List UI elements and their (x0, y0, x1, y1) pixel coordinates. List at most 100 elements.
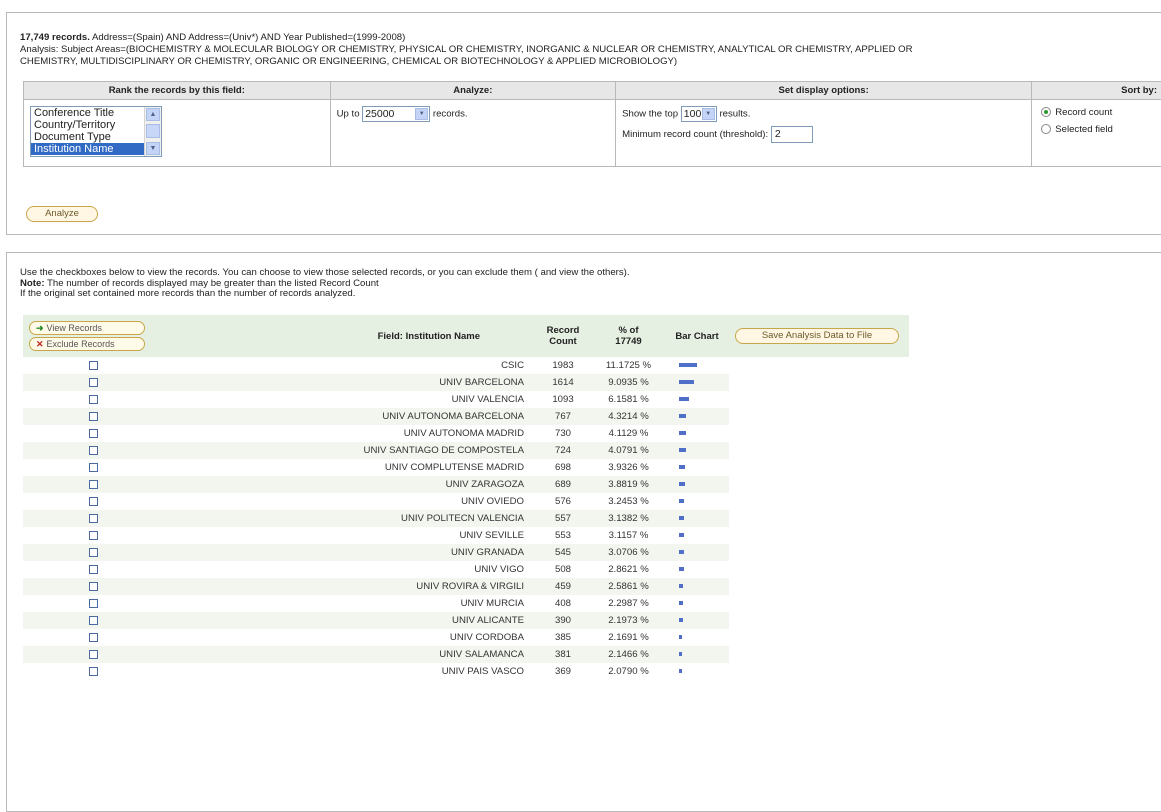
radio-checked-icon[interactable] (1041, 107, 1052, 118)
percent-value: 3.8819 % (592, 476, 665, 493)
table-row: UNIV COMPLUTENSE MADRID 698 3.9326 % (23, 459, 909, 476)
percent-value: 4.1129 % (608, 428, 649, 439)
bar-chart-cell (665, 646, 729, 663)
sort-cell: Record count Selected field (1031, 99, 1161, 167)
row-checkbox[interactable] (88, 496, 98, 506)
institution-name: UNIV VIGO (474, 564, 524, 575)
row-checkbox[interactable] (88, 666, 98, 676)
row-checkbox-cell (23, 442, 163, 459)
row-checkbox[interactable] (88, 530, 98, 540)
sort-selected-field-option[interactable]: Selected field (1041, 124, 1161, 135)
display-cell: Show the top 100 ▼ results. Minimum recor… (615, 99, 1033, 167)
listbox-option-selected[interactable]: Institution Name (31, 143, 147, 155)
record-count: 1093 (552, 394, 574, 405)
empty-cell (729, 527, 909, 544)
note-text: The number of records displayed may be g… (44, 277, 379, 289)
empty-cell (729, 408, 909, 425)
bar-chart-cell (665, 612, 729, 629)
percent-value: 9.0935 % (592, 374, 665, 391)
sort-header: Sort by: (1031, 81, 1161, 100)
sort-record-count-option[interactable]: Record count (1041, 107, 1161, 118)
bar-chart-cell (665, 357, 729, 374)
record-count: 385 (554, 632, 571, 643)
arrow-right-icon: ➜ (36, 323, 44, 333)
empty-cell (729, 629, 909, 646)
up-to-label: Up to (336, 108, 360, 120)
analyze-button[interactable]: Analyze (26, 206, 98, 222)
table-row: UNIV OVIEDO 576 3.2453 % (23, 493, 909, 510)
table-row: UNIV ALICANTE 390 2.1973 % (23, 612, 909, 629)
share-bar (679, 363, 697, 368)
row-checkbox[interactable] (88, 632, 98, 642)
row-checkbox[interactable] (88, 445, 98, 455)
query-summary: 17,749 records. Address=(Spain) AND Addr… (20, 32, 913, 68)
percent-value: 3.1382 % (592, 510, 665, 527)
save-analysis-button[interactable]: Save Analysis Data to File (735, 328, 899, 344)
pct-header-line1: % of (618, 325, 639, 336)
empty-cell (729, 459, 909, 476)
count-header-line2: Count (549, 336, 577, 347)
row-checkbox[interactable] (88, 394, 98, 404)
row-checkbox[interactable] (88, 649, 98, 659)
row-checkbox[interactable] (88, 411, 98, 421)
share-bar (679, 669, 682, 674)
row-checkbox-cell (23, 612, 163, 629)
threshold-input[interactable]: 2 (770, 126, 813, 143)
count-header-line1: Record (546, 325, 580, 336)
row-checkbox[interactable] (88, 428, 98, 438)
row-checkbox[interactable] (88, 360, 98, 370)
record-count: 698 (554, 462, 571, 473)
scroll-down-icon[interactable]: ▼ (146, 142, 160, 155)
radio-unchecked-icon[interactable] (1041, 124, 1052, 135)
row-checkbox[interactable] (88, 513, 98, 523)
institution-name: UNIV COMPLUTENSE MADRID (384, 462, 524, 473)
show-top-select[interactable]: 100 ▼ (680, 106, 717, 122)
scroll-up-icon[interactable]: ▲ (146, 108, 160, 121)
analyze-count-select[interactable]: 25000 ▼ (362, 106, 431, 122)
table-row: UNIV AUTONOMA MADRID 730 4.1129 % (23, 425, 909, 442)
row-checkbox-cell (23, 544, 163, 561)
share-bar (679, 618, 683, 623)
institution-name: UNIV ROVIRA & VIRGILI (163, 578, 534, 595)
empty-cell (729, 493, 909, 510)
rank-header: Rank the records by this field: (23, 81, 331, 100)
sort-record-count-label: Record count (1055, 107, 1113, 118)
listbox-option[interactable]: Country/Territory (31, 119, 161, 131)
bar-chart-cell (665, 459, 729, 476)
share-bar (679, 635, 682, 640)
row-checkbox-cell (23, 595, 163, 612)
empty-cell (729, 612, 909, 629)
view-records-button[interactable]: ➜ View Records (29, 321, 145, 335)
analyze-header: Analyze: (329, 81, 617, 100)
exclude-records-button[interactable]: ✕ Exclude Records (29, 337, 145, 351)
bar-chart-cell (665, 476, 729, 493)
rank-field-listbox[interactable]: Conference Title Country/Territory Docum… (30, 106, 162, 157)
row-checkbox[interactable] (88, 479, 98, 489)
bar-chart-cell (665, 493, 729, 510)
row-checkbox-cell (23, 578, 163, 595)
scroll-thumb[interactable] (146, 124, 160, 138)
table-row: UNIV MURCIA 408 2.2987 % (23, 595, 909, 612)
table-row: UNIV CORDOBA 385 2.1691 % (23, 629, 909, 646)
listbox-scrollbar[interactable]: ▲ ▼ (144, 107, 161, 156)
share-bar (679, 397, 689, 402)
record-count: 557 (534, 510, 592, 527)
row-checkbox[interactable] (88, 598, 98, 608)
row-checkbox-cell (23, 510, 163, 527)
listbox-option[interactable]: Conference Title (31, 107, 161, 119)
analysis-options-panel: 17,749 records. Address=(Spain) AND Addr… (6, 12, 1161, 235)
close-icon: ✕ (36, 339, 44, 349)
pct-column-header: % of 17749 (592, 315, 665, 357)
row-checkbox[interactable] (88, 615, 98, 625)
results-panel: Use the checkboxes below to view the rec… (6, 252, 1161, 812)
row-checkbox[interactable] (88, 547, 98, 557)
listbox-option[interactable]: Document Type (31, 131, 161, 143)
empty-cell (729, 357, 909, 374)
row-checkbox[interactable] (88, 564, 98, 574)
rank-cell: Conference Title Country/Territory Docum… (23, 99, 331, 167)
share-bar (679, 448, 686, 453)
percent-value: 3.9326 % (608, 462, 649, 473)
row-checkbox[interactable] (88, 581, 98, 591)
row-checkbox[interactable] (88, 462, 98, 472)
row-checkbox[interactable] (88, 377, 98, 387)
